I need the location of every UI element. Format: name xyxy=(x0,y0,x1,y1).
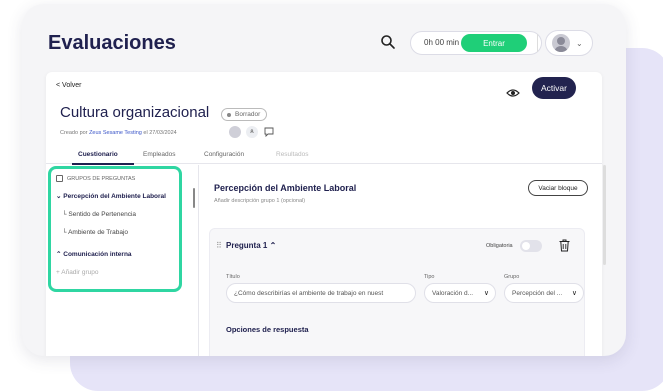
answer-options-heading: Opciones de respuesta xyxy=(226,325,309,334)
question-editor: Percepción del Ambiente Laboral Añadir d… xyxy=(206,165,606,356)
top-bar: Evaluaciones 0h 00 min Entrar ⌄ xyxy=(22,4,626,72)
block-title: Percepción del Ambiente Laboral xyxy=(214,183,357,193)
obligatoria-label: Obligatoria xyxy=(486,243,513,249)
tab-bar: Cuestionario Empleados Configuración Res… xyxy=(46,148,602,165)
titulo-input[interactable]: ¿Cómo describirías el ambiente de trabaj… xyxy=(226,283,416,303)
trash-icon[interactable] xyxy=(559,239,570,252)
question-title-text: Pregunta 1 xyxy=(226,241,268,250)
header-divider xyxy=(537,34,538,52)
search-icon[interactable] xyxy=(380,34,396,50)
obligatoria-toggle[interactable] xyxy=(520,240,542,252)
vaciar-bloque-button[interactable]: Vaciar bloque xyxy=(528,180,588,196)
drag-handle-icon[interactable]: ⠿ xyxy=(216,241,222,250)
created-by: Creado por Zeus Sesame Testing el 27/03/… xyxy=(60,130,177,136)
grupo-label: Grupo xyxy=(504,274,520,280)
main-panel: < Volver Activar Cultura organizacional … xyxy=(46,72,606,356)
add-group-button[interactable]: + Añadir grupo xyxy=(56,269,98,276)
tab-cuestionario[interactable]: Cuestionario xyxy=(78,151,118,158)
status-badge: Borrador xyxy=(221,108,268,121)
created-date: el 27/03/2024 xyxy=(143,130,177,136)
sidebar-item-label: Ambiente de Trabajo xyxy=(68,229,129,236)
created-user-link[interactable]: Zeus Sesame Testing xyxy=(89,130,142,136)
sidebar-item-percepcion[interactable]: ⌄ Percepción del Ambiente Laboral xyxy=(56,192,166,200)
time-clock: 0h 00 min Entrar xyxy=(410,31,542,55)
chevron-down-icon: ∨ xyxy=(483,290,489,297)
main-scrollbar[interactable] xyxy=(603,165,606,265)
sidebar-item-label: Sentido de Pertenencia xyxy=(68,211,136,218)
timer-value: 0h 00 min xyxy=(424,38,460,47)
eye-icon[interactable] xyxy=(506,86,520,100)
grupo-value: Percepción del ... xyxy=(512,289,563,297)
page-title: Cultura organizacional xyxy=(60,104,210,121)
user-menu[interactable]: ⌄ xyxy=(545,30,593,56)
panel-divider xyxy=(198,165,199,356)
grupo-select[interactable]: Percepción del ... ∨ xyxy=(504,283,584,303)
avatar xyxy=(552,34,570,52)
chevron-up-icon: ⌃ xyxy=(269,241,277,250)
list-icon xyxy=(56,175,63,182)
created-prefix: Creado por xyxy=(60,130,88,136)
question-groups-sidebar: GRUPOS DE PREGUNTAS ⌄ Percepción del Amb… xyxy=(46,165,198,356)
tab-empleados[interactable]: Empleados xyxy=(143,151,176,158)
titulo-label: Título xyxy=(226,274,240,280)
sidebar-item-sentido[interactable]: └ Sentido de Pertenencia xyxy=(62,211,136,218)
groups-header-label: GRUPOS DE PREGUNTAS xyxy=(67,175,136,182)
sidebar-item-ambiente[interactable]: └ Ambiente de Trabajo xyxy=(62,229,128,236)
question-card: ⠿ Pregunta 1 ⌃ Obligatoria Título ¿Cómo … xyxy=(209,228,585,356)
chevron-down-icon: ⌄ xyxy=(56,193,62,200)
comment-icon[interactable] xyxy=(264,127,274,137)
back-link[interactable]: < Volver xyxy=(56,82,82,89)
stage: Evaluaciones 0h 00 min Entrar ⌄ < Volver xyxy=(0,0,663,391)
people-icon[interactable]: ጸ xyxy=(246,126,258,138)
chevron-down-icon: ∨ xyxy=(571,290,577,297)
tipo-select[interactable]: Valoración d... ∨ xyxy=(424,283,496,303)
sidebar-item-label: Comunicación interna xyxy=(63,251,132,258)
entrar-button[interactable]: Entrar xyxy=(461,34,527,52)
chevron-down-icon: ⌄ xyxy=(576,38,583,48)
block-description[interactable]: Añadir descripción grupo 1 (opcional) xyxy=(214,198,305,204)
sidebar-item-label: Percepción del Ambiente Laboral xyxy=(63,193,166,200)
tab-configuracion[interactable]: Configuración xyxy=(204,151,244,158)
titulo-value: ¿Cómo describirías el ambiente de trabaj… xyxy=(234,289,384,297)
chevron-up-icon: ⌃ xyxy=(56,251,62,258)
sidebar-item-comunicacion[interactable]: ⌃ Comunicación interna xyxy=(56,250,132,258)
groups-header: GRUPOS DE PREGUNTAS xyxy=(56,175,135,182)
owner-avatar[interactable] xyxy=(229,126,241,138)
sidebar-scrollbar[interactable] xyxy=(193,188,195,208)
tipo-label: Tipo xyxy=(424,274,435,280)
tab-resultados[interactable]: Resultados xyxy=(276,151,309,158)
app-window: Evaluaciones 0h 00 min Entrar ⌄ < Volver xyxy=(22,4,626,356)
app-title: Evaluaciones xyxy=(48,32,176,54)
tipo-value: Valoración d... xyxy=(432,289,474,297)
question-title[interactable]: Pregunta 1 ⌃ xyxy=(226,241,276,250)
activar-button[interactable]: Activar xyxy=(532,77,576,99)
